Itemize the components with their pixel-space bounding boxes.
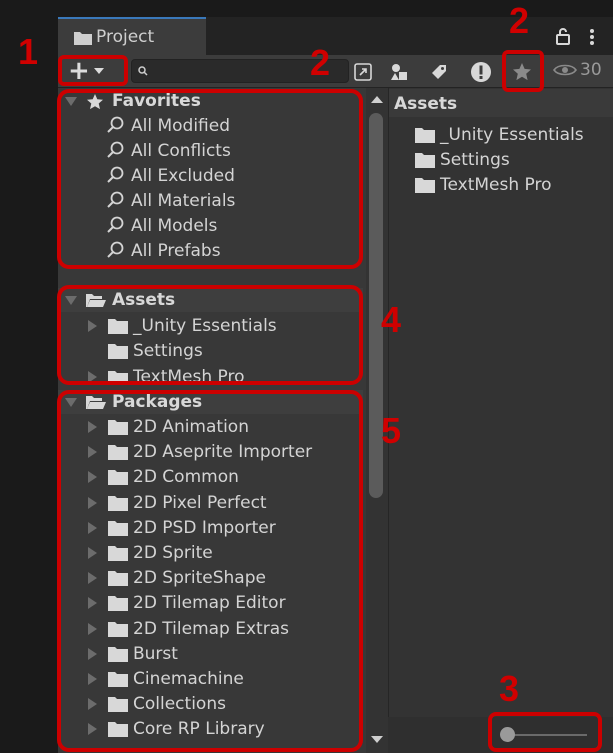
highlight-box-1	[58, 55, 128, 86]
highlight-box-3	[488, 712, 602, 752]
visibility-toggle[interactable]: 30	[553, 60, 602, 80]
asset-item[interactable]: _Unity Essentials	[440, 125, 584, 145]
lock-icon[interactable]	[555, 27, 571, 45]
tab-title: Project	[96, 27, 155, 47]
highlight-box-favorites	[57, 89, 363, 269]
highlight-box-assets	[57, 285, 363, 385]
folder-icon	[415, 153, 435, 168]
annotation-number-1: 1	[18, 31, 39, 72]
breadcrumb-assets[interactable]: Assets	[394, 94, 457, 114]
kebab-menu-icon[interactable]	[589, 28, 595, 46]
annotation-number-3: 3	[499, 668, 520, 709]
annotation-number-5: 5	[381, 410, 402, 451]
highlight-box-2	[502, 50, 544, 92]
annotation-number-2: 2	[310, 42, 331, 83]
search-icon	[138, 66, 148, 76]
warning-icon[interactable]	[467, 58, 495, 86]
annotation-number-4: 4	[381, 299, 402, 340]
type-filter-icon[interactable]	[385, 58, 413, 86]
folder-icon	[74, 32, 92, 45]
highlight-box-packages	[57, 390, 363, 752]
folder-icon	[415, 178, 435, 193]
scroll-up-arrow[interactable]	[371, 96, 383, 103]
visibility-count: 30	[580, 60, 602, 80]
annotation-number-2: 2	[509, 0, 530, 41]
link-icon[interactable]	[349, 58, 377, 86]
label-icon[interactable]	[425, 58, 453, 86]
asset-item[interactable]: Settings	[440, 150, 510, 170]
scroll-down-arrow[interactable]	[371, 736, 383, 743]
folder-icon	[415, 128, 435, 143]
eye-icon	[553, 64, 577, 76]
asset-item[interactable]: TextMesh Pro	[440, 175, 552, 195]
